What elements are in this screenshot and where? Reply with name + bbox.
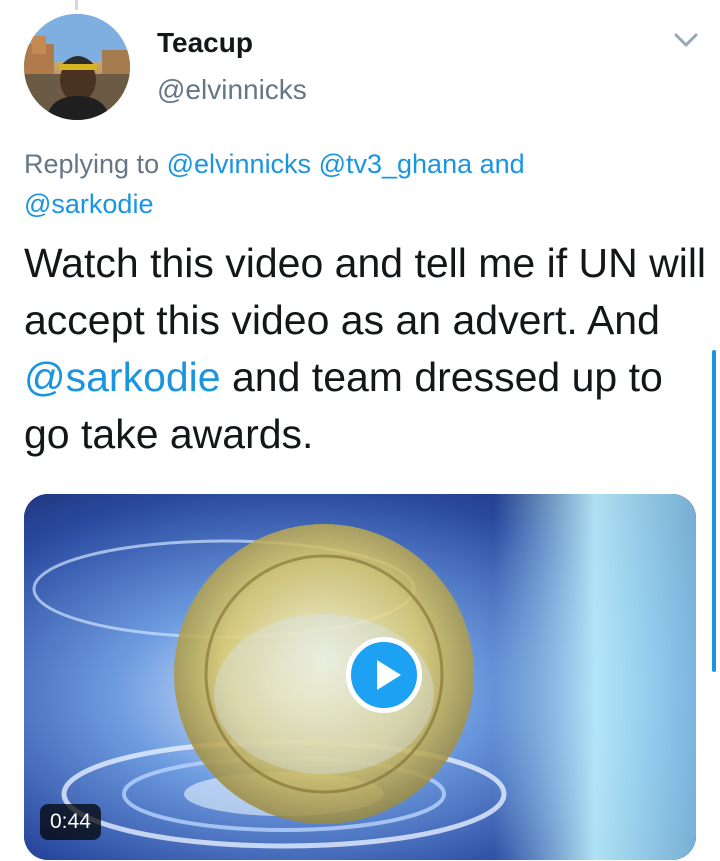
reply-mention-sarkodie[interactable]: @sarkodie bbox=[24, 189, 153, 219]
scrollbar[interactable] bbox=[712, 350, 716, 672]
replying-to-line: Replying to @elvinnicks @tv3_ghana and @… bbox=[24, 144, 624, 224]
tweet-mention-sarkodie[interactable]: @sarkodie bbox=[24, 354, 221, 400]
play-icon[interactable] bbox=[346, 637, 422, 713]
replying-to-label: Replying to bbox=[24, 149, 160, 179]
video-duration-badge: 0:44 bbox=[40, 804, 101, 840]
video-player[interactable]: 0:44 bbox=[24, 494, 696, 860]
tweet-text-part-1: Watch this video and tell me if UN will … bbox=[24, 240, 707, 343]
chevron-down-icon[interactable] bbox=[673, 31, 699, 49]
avatar[interactable] bbox=[24, 14, 130, 120]
reply-and-label[interactable]: and bbox=[480, 149, 525, 179]
thread-connector-line bbox=[75, 0, 78, 10]
reply-mention-tv3-ghana[interactable]: @tv3_ghana bbox=[319, 149, 473, 179]
tweet-text: Watch this video and tell me if UN will … bbox=[24, 235, 714, 463]
author-name[interactable]: Teacup bbox=[157, 27, 253, 59]
author-handle[interactable]: @elvinnicks bbox=[157, 74, 307, 106]
reply-mention-elvinnicks[interactable]: @elvinnicks bbox=[167, 149, 311, 179]
